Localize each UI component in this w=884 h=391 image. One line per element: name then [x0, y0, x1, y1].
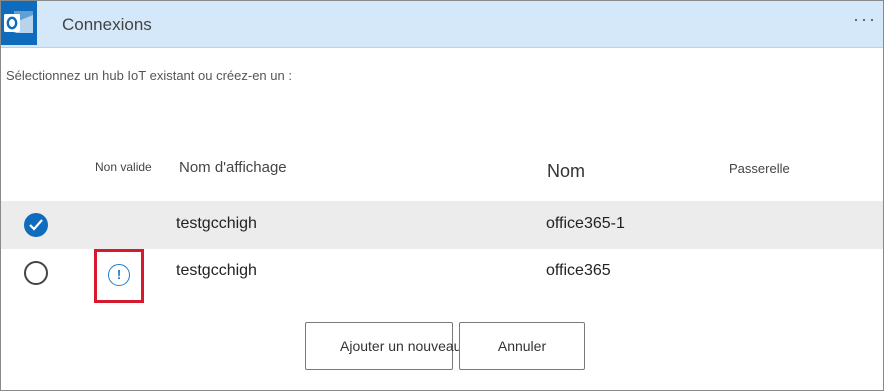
- row-display-name: testgcchigh: [176, 215, 257, 232]
- outlook-icon: [1, 1, 37, 45]
- dialog-header: Connexions ···: [1, 1, 883, 48]
- column-header-invalid: Non valide: [95, 160, 152, 174]
- instruction-text: Sélectionnez un hub IoT existant ou crée…: [6, 68, 292, 83]
- column-header-display-name: Nom d'affichage: [179, 159, 287, 176]
- row-display-name: testgcchigh: [176, 262, 257, 279]
- table-row[interactable]: testgcchigh office365-1: [1, 201, 883, 249]
- radio-selected[interactable]: [24, 213, 48, 237]
- checkmark-icon: [29, 219, 43, 231]
- row-name: office365-1: [546, 215, 625, 232]
- dialog-title: Connexions: [62, 15, 152, 34]
- add-new-button[interactable]: Ajouter un nouveau: [305, 322, 461, 370]
- connections-dialog: Connexions ··· Sélectionnez un hub IoT e…: [0, 0, 884, 391]
- radio-unselected[interactable]: [24, 261, 48, 285]
- highlight-annotation-box: [94, 249, 144, 303]
- column-header-name: Nom: [547, 161, 586, 181]
- cancel-button[interactable]: Annuler: [459, 322, 585, 370]
- column-header-gateway: Passerelle: [729, 161, 790, 176]
- more-options-icon[interactable]: ···: [853, 9, 877, 30]
- row-name: office365: [546, 262, 611, 279]
